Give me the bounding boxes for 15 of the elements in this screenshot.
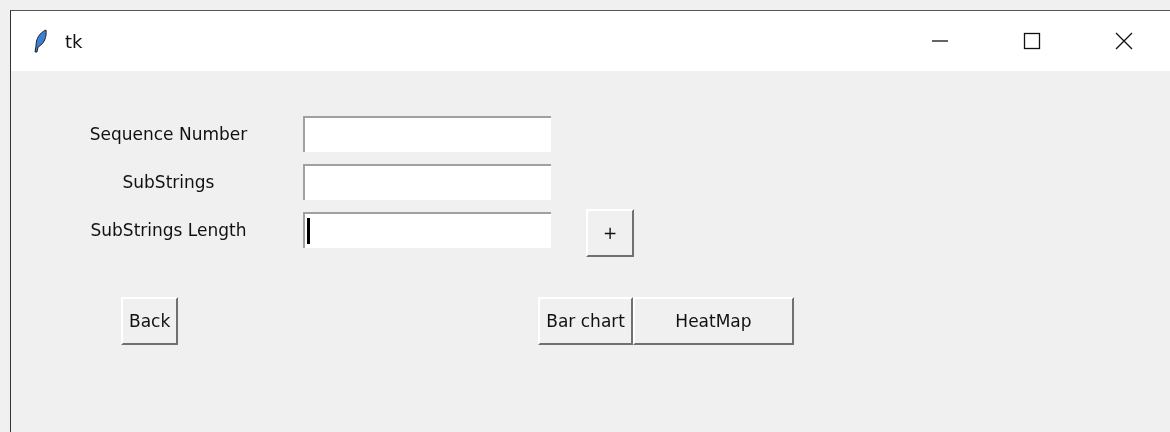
minimize-icon	[931, 40, 949, 42]
feather-icon	[33, 29, 49, 53]
close-icon	[1115, 32, 1133, 50]
field-label: SubStrings Length	[89, 220, 248, 240]
chart-button[interactable]: HeatMap	[632, 297, 794, 345]
input-field[interactable]	[303, 212, 551, 248]
window-title: tk	[65, 30, 83, 52]
back-button[interactable]: Back	[121, 297, 179, 345]
add-button[interactable]: +	[586, 209, 634, 257]
input-field[interactable]	[303, 116, 551, 152]
field-label: Sequence Number	[88, 124, 249, 144]
field-label: SubStrings	[121, 172, 216, 192]
maximize-icon	[1023, 32, 1041, 50]
chart-button[interactable]: Bar chart	[538, 297, 633, 345]
input-field[interactable]	[303, 164, 551, 200]
